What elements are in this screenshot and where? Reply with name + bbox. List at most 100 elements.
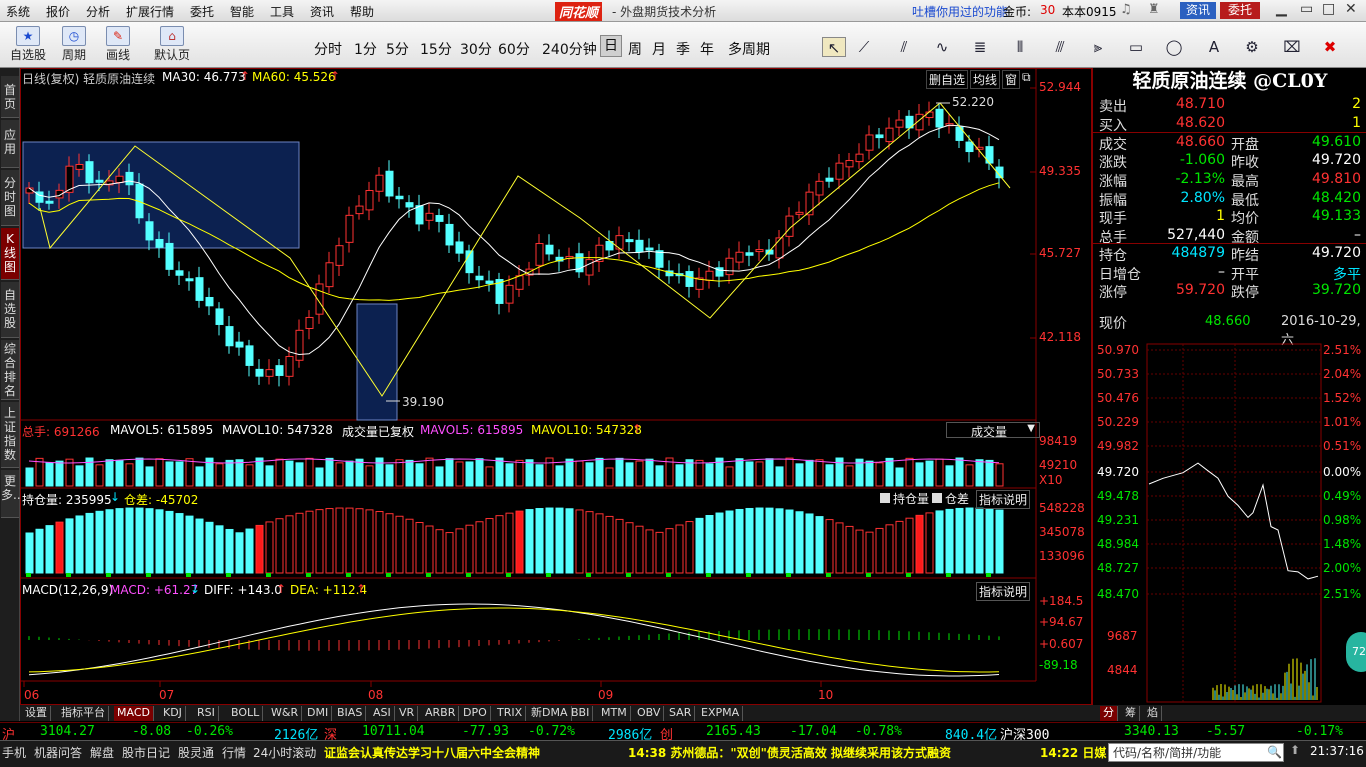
close-icon[interactable]: ✕ xyxy=(1345,1,1357,17)
fib-tool-icon[interactable]: ≣ xyxy=(968,37,992,57)
period-30min[interactable]: 30分 xyxy=(460,39,492,59)
default-page-button[interactable]: ⌂ 默认页 xyxy=(150,24,194,66)
indicator-tab-rsi[interactable]: RSI xyxy=(194,706,219,721)
restore-icon[interactable]: ▭ xyxy=(1300,1,1313,17)
menu-news[interactable]: 资讯 xyxy=(310,3,334,20)
menu-help[interactable]: 帮助 xyxy=(350,3,374,20)
angle-tool-icon[interactable]: ⫸ xyxy=(1086,37,1110,57)
gann-tool-icon[interactable]: ⦀ xyxy=(1008,37,1032,57)
indicator-tab-obv[interactable]: OBV xyxy=(634,706,665,721)
macd-help-button[interactable]: 指标说明 xyxy=(976,582,1031,601)
floating-badge[interactable]: 72 xyxy=(1346,632,1366,672)
favorites-button[interactable]: ★ 自选股 xyxy=(6,24,50,66)
analysis-link[interactable]: 解盘 xyxy=(90,744,114,761)
parallel-tool-icon[interactable]: ⫽ xyxy=(892,37,916,57)
remove-watchlist-button[interactable]: 删自选 xyxy=(926,70,969,89)
minimize-icon[interactable]: ▁ xyxy=(1276,1,1287,17)
text-tool-icon[interactable]: A xyxy=(1202,37,1226,57)
indicator-tab-arbr[interactable]: ARBR xyxy=(422,706,460,721)
maximize-icon[interactable]: □ xyxy=(1322,1,1335,17)
sidebar-tab-kline[interactable]: K线图 xyxy=(1,228,19,280)
period-month[interactable]: 月 xyxy=(652,39,666,59)
indicator-tab-dma[interactable]: 新DMA xyxy=(528,706,572,721)
sidebar-tab-timeshare[interactable]: 分时图 xyxy=(1,170,19,226)
intraday-chart[interactable]: 50.970 2.51% 50.733 2.04% 50.476 1.52% 50.229 1… xyxy=(1093,334,1366,704)
oi-checkbox[interactable]: 持仓量 xyxy=(880,490,929,507)
channel-tool-icon[interactable]: ⫻ xyxy=(1048,37,1072,57)
news-ticker-2[interactable]: 14:38 苏州德品："双创"债灵活高效 拟继续采用该方式融资 xyxy=(628,744,951,761)
period-day[interactable]: 日 xyxy=(600,35,622,57)
period-5min[interactable]: 5分 xyxy=(386,39,409,59)
indicator-tab-boll[interactable]: BOLL xyxy=(228,706,264,721)
indicator-tab-sar[interactable]: SAR xyxy=(666,706,696,721)
period-240min[interactable]: 240分钟 xyxy=(542,39,597,59)
tab-flame[interactable]: 焰 xyxy=(1144,706,1162,721)
indicator-tab-macd[interactable]: MACD xyxy=(114,706,154,721)
sidebar-tab-watchlist[interactable]: 自选股 xyxy=(1,282,19,338)
tab-timeshare[interactable]: 分 xyxy=(1100,706,1118,721)
guling-link[interactable]: 股灵通 xyxy=(178,744,214,761)
menu-tools[interactable]: 工具 xyxy=(270,3,294,20)
menu-ext-quote[interactable]: 扩展行情 xyxy=(126,3,174,20)
period-week[interactable]: 周 xyxy=(628,39,642,59)
oi-diff-checkbox[interactable]: 仓差 xyxy=(932,490,969,507)
menu-analysis[interactable]: 分析 xyxy=(86,3,110,20)
indicator-tab-bbi[interactable]: BBI xyxy=(568,706,594,721)
rect-tool-icon[interactable]: ▭ xyxy=(1124,37,1148,57)
indicator-dropdown[interactable]: 成交量 ▼ xyxy=(946,422,1040,439)
indicator-tab-vr[interactable]: VR xyxy=(396,706,419,721)
indicator-tab-[interactable]: 指标平台 xyxy=(58,706,109,721)
window-button[interactable]: 窗 xyxy=(1002,70,1021,89)
period-15min[interactable]: 15分 xyxy=(420,39,452,59)
menu-system[interactable]: 系统 xyxy=(6,3,30,20)
circle-tool-icon[interactable]: ◯ xyxy=(1162,37,1186,57)
indicator-tab-expma[interactable]: EXPMA xyxy=(698,706,744,721)
period-year[interactable]: 年 xyxy=(700,39,714,59)
period-60min[interactable]: 60分 xyxy=(498,39,530,59)
mobile-link[interactable]: 手机 xyxy=(2,744,26,761)
indicator-tab-mtm[interactable]: MTM xyxy=(598,706,631,721)
pointer-icon[interactable]: ↖ xyxy=(822,37,846,57)
period-quarter[interactable]: 季 xyxy=(676,39,690,59)
sidebar-tab-apps[interactable]: 应用 xyxy=(1,120,19,168)
menu-trade[interactable]: 委托 xyxy=(190,3,214,20)
settings-tool-icon[interactable]: ⚙ xyxy=(1240,37,1264,57)
diary-link[interactable]: 股市日记 xyxy=(122,744,170,761)
period-1min[interactable]: 1分 xyxy=(354,39,377,59)
bell-icon[interactable]: ♫ xyxy=(1120,2,1132,17)
robot-qa-link[interactable]: 机器问答 xyxy=(34,744,82,761)
oi-help-button[interactable]: 指标说明 xyxy=(976,490,1031,509)
market-link[interactable]: 行情 xyxy=(222,744,246,761)
sidebar-tab-ranking[interactable]: 综合排名 xyxy=(1,340,19,400)
indicator-tab-dmi[interactable]: DMI xyxy=(304,706,333,721)
indicator-tab-bias[interactable]: BIAS xyxy=(334,706,367,721)
news-ticker-1[interactable]: 证监会认真传达学习十八届六中全会精神 xyxy=(324,744,540,761)
expand-up-icon[interactable]: ⬆ xyxy=(1290,743,1300,757)
delete-tool-icon[interactable]: ✖ xyxy=(1318,37,1342,57)
period-button[interactable]: ◷ 周期 xyxy=(54,24,94,66)
menu-quote[interactable]: 报价 xyxy=(46,3,70,20)
indicator-tab-asi[interactable]: ASI xyxy=(370,706,395,721)
indicator-tab-kdj[interactable]: KDJ xyxy=(160,706,186,721)
search-icon[interactable]: 🔍 xyxy=(1267,745,1282,759)
draw-line-button[interactable]: ✎ 画线 xyxy=(98,24,138,66)
expand-icon[interactable]: ⧉ xyxy=(1022,70,1031,85)
save-tool-icon[interactable]: ⌧ xyxy=(1280,37,1304,57)
trade-button[interactable]: 委托 xyxy=(1220,2,1260,19)
indicator-tab-wr[interactable]: W&R xyxy=(268,706,303,721)
ma-button[interactable]: 均线 xyxy=(970,70,1001,89)
indicator-tab-trix[interactable]: TRIX xyxy=(494,706,527,721)
tab-chips[interactable]: 筹 xyxy=(1122,706,1140,721)
sidebar-tab-home[interactable]: 首页 xyxy=(1,76,19,118)
sidebar-tab-shindex[interactable]: 上证指数 xyxy=(1,402,19,468)
kline-canvas[interactable] xyxy=(20,68,1092,705)
sidebar-tab-more[interactable]: 更多.. xyxy=(1,470,21,518)
promo-link[interactable]: 吐槽你用过的功能 xyxy=(912,3,1008,20)
indicator-tab-[interactable]: 设置 xyxy=(22,706,51,721)
search-input[interactable]: 代码/名称/简拼/功能 xyxy=(1108,743,1284,762)
wave-tool-icon[interactable]: ∿ xyxy=(930,37,954,57)
shirt-icon[interactable]: ♜ xyxy=(1148,2,1160,17)
menu-smart[interactable]: 智能 xyxy=(230,3,254,20)
line-tool-icon[interactable]: ⟋ xyxy=(852,37,876,57)
period-timeshare[interactable]: 分时 xyxy=(314,39,342,59)
